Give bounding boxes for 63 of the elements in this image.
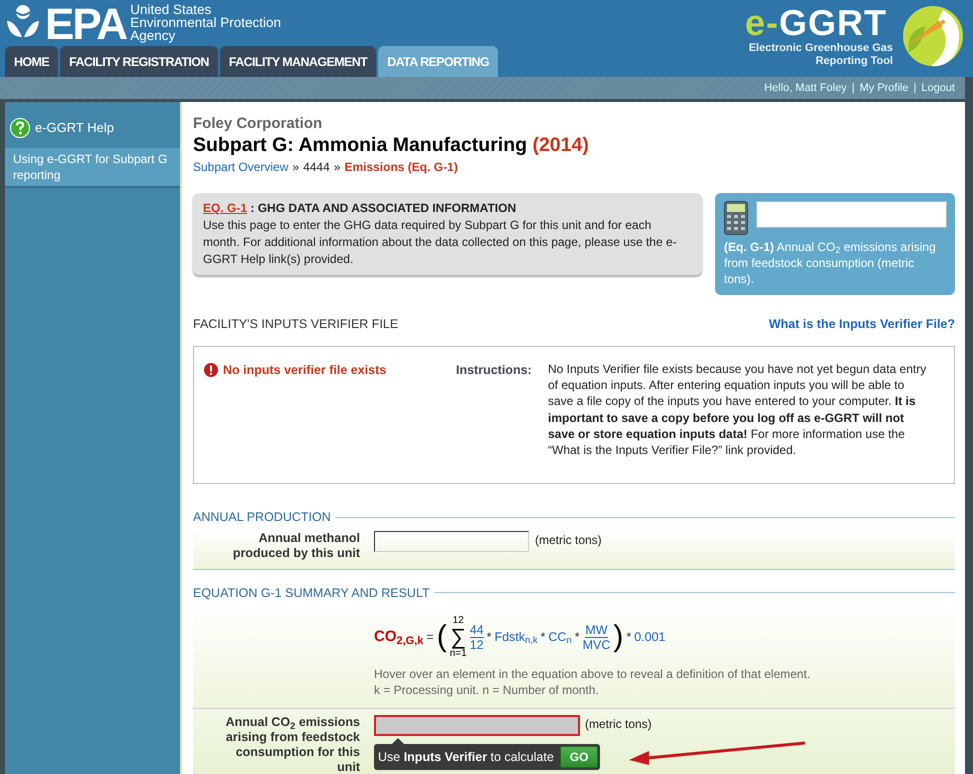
nav-tab[interactable]: FACILITY REGISTRATION [60,46,218,77]
equation-operator: * [574,628,580,646]
fraction-denominator[interactable]: MVC [582,638,610,652]
equation-operator: * [626,628,632,646]
help-title: e-GGRT Help [35,119,114,138]
status-message: No inputs verifier file exists [223,362,386,379]
fraction-numerator[interactable]: 44 [470,622,484,638]
separator: | [913,80,916,96]
agency-name: United States Environmental Protection Agency [130,3,282,42]
separator: | [852,80,855,96]
fraction-denominator[interactable]: 12 [470,638,484,652]
help-link[interactable]: What is the Inputs Verifier File? [768,315,955,334]
equation-operator: * [486,628,492,646]
equation-operator: * [540,628,546,646]
error-icon [204,362,218,377]
breadcrumb-item: 4444 [303,159,330,176]
unit-label: (metric tons) [585,716,652,734]
equation-variable: CO$_{2,G,k}$ [374,627,424,648]
field-label: Annual methanol produced by this unit [232,530,360,560]
sum-lower-limit: n=1 [450,648,467,660]
equation-term[interactable]: Fdstk$_{n,k}$ [494,628,538,647]
tool-subtitle: Electronic Greenhouse Gas Reporting Tool [748,42,893,68]
instructions-text: No Inputs Verifier file exists because you have not yet begun data entry of equation inputs. After entering equation inputs you will be able to save a file copy of the inputs you have entered to your computer. It is important to save a copy before you log off as e-GGRT will not save or store equation inputs data! For more information use the “What is the Inputs Verifier File?” link provided. [548,360,928,460]
methanol-input[interactable] [374,530,529,552]
user-link[interactable]: Logout [921,80,955,96]
parenthesis: ) [613,622,624,652]
breadcrumb-separator: » [292,159,300,176]
greeting-link[interactable]: Hello, Matt Foley [764,80,847,96]
agency-logo-text: EPA [45,3,126,47]
help-icon [10,118,30,138]
instructions-label: Instructions: [456,362,533,379]
go-button[interactable]: GO [560,746,598,768]
tooltip-text: Use Inputs Verifier to calculate [378,748,554,766]
sum-upper-limit: 12 [452,614,464,626]
breadcrumb-separator: » [334,159,340,176]
equation-hint: Hover over an element in the equation above to reveal a definition of that element. [374,666,812,682]
page-title: Subpart G: Ammonia Manufacturing (2014) [193,133,590,158]
info-text: Use this page to enter the GHG data required by Subpart G for this unit and for each month. For additional information about the data collected on this page, please use the e-GGRT Help link(s) provided. [203,217,678,268]
calculator-icon [724,201,748,235]
section-title: ANNUAL PRODUCTION [193,508,331,526]
parenthesis: ( [436,622,447,652]
unit-label: (metric tons) [535,532,602,548]
section-title: EQUATION G-1 SUMMARY AND RESULT [193,584,430,602]
section-title: FACILITY'S INPUTS VERIFIER FILE [193,316,398,333]
breadcrumb-link[interactable]: Subpart Overview [193,158,288,176]
sidebar-item[interactable]: Using e-GGRT for Subpart G reporting [5,148,180,188]
nav-tab[interactable]: FACILITY MANAGEMENT [220,46,376,77]
field-label: Annual CO$_{2}$ emissions arising from feedstock consumption for this unit [224,715,360,774]
equation-operator: = [426,628,434,646]
sum-symbol: ∑ [450,626,466,648]
nav-tab[interactable]: HOME [5,46,58,77]
equation-legend: k = Processing unit. n = Number of month. [374,682,955,698]
user-link[interactable]: My Profile [860,80,908,96]
equation-term[interactable]: CC$_{n}$ [548,628,572,647]
company-name: Foley Corporation [193,116,324,132]
epa-logo-icon [5,3,41,39]
equation-term[interactable]: 0.001 [634,628,666,647]
tool-logo-text: e-GGRT [744,4,888,42]
equation-link[interactable]: EQ. G-1 [203,201,248,215]
breadcrumb-current: Emissions (Eq. G-1) [344,159,458,176]
info-heading: : GHG DATA AND ASSOCIATED INFORMATION [250,201,516,215]
result-caption: (Eq. G-1) Annual CO$_{2}$ emissions arising from feedstock consumption (metric tons). [724,239,937,287]
fraction-numerator[interactable]: MW [585,622,608,638]
